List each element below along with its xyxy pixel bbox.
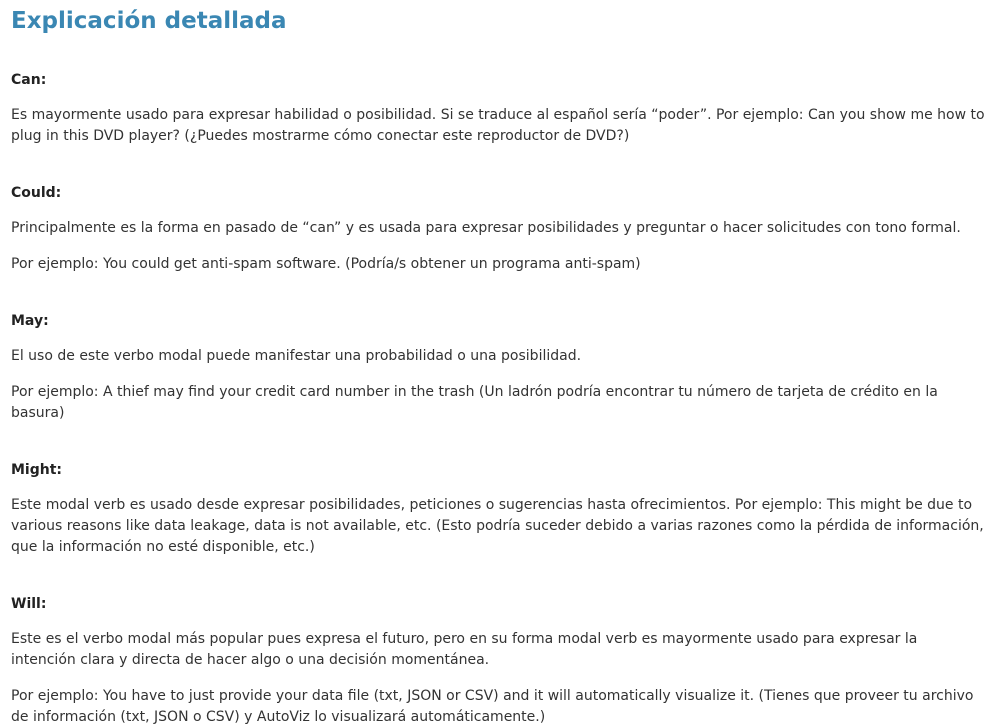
section-paragraph: El uso de este verbo modal puede manifes… — [11, 348, 582, 364]
section-heading-may: May: — [11, 313, 49, 329]
section-paragraph: Principalmente es la forma en pasado de … — [11, 220, 961, 236]
section-example: Por ejemplo: A thief may find your credi… — [11, 384, 938, 421]
section-heading-will: Will: — [11, 596, 47, 612]
section-paragraph: Es mayormente usado para expresar habili… — [11, 107, 985, 144]
section-heading-could: Could: — [11, 185, 62, 201]
section-example: Por ejemplo: You have to just provide yo… — [11, 688, 974, 725]
section-example: Por ejemplo: You could get anti-spam sof… — [11, 256, 641, 272]
page-title: Explicación detallada — [11, 8, 287, 34]
section-paragraph: Este es el verbo modal más popular pues … — [11, 631, 918, 668]
article-content: Explicación detallada Can: Es mayormente… — [11, 0, 986, 728]
section-heading-can: Can: — [11, 72, 47, 88]
section-heading-might: Might: — [11, 462, 63, 478]
section-paragraph: Este modal verb es usado desde expresar … — [11, 497, 984, 555]
